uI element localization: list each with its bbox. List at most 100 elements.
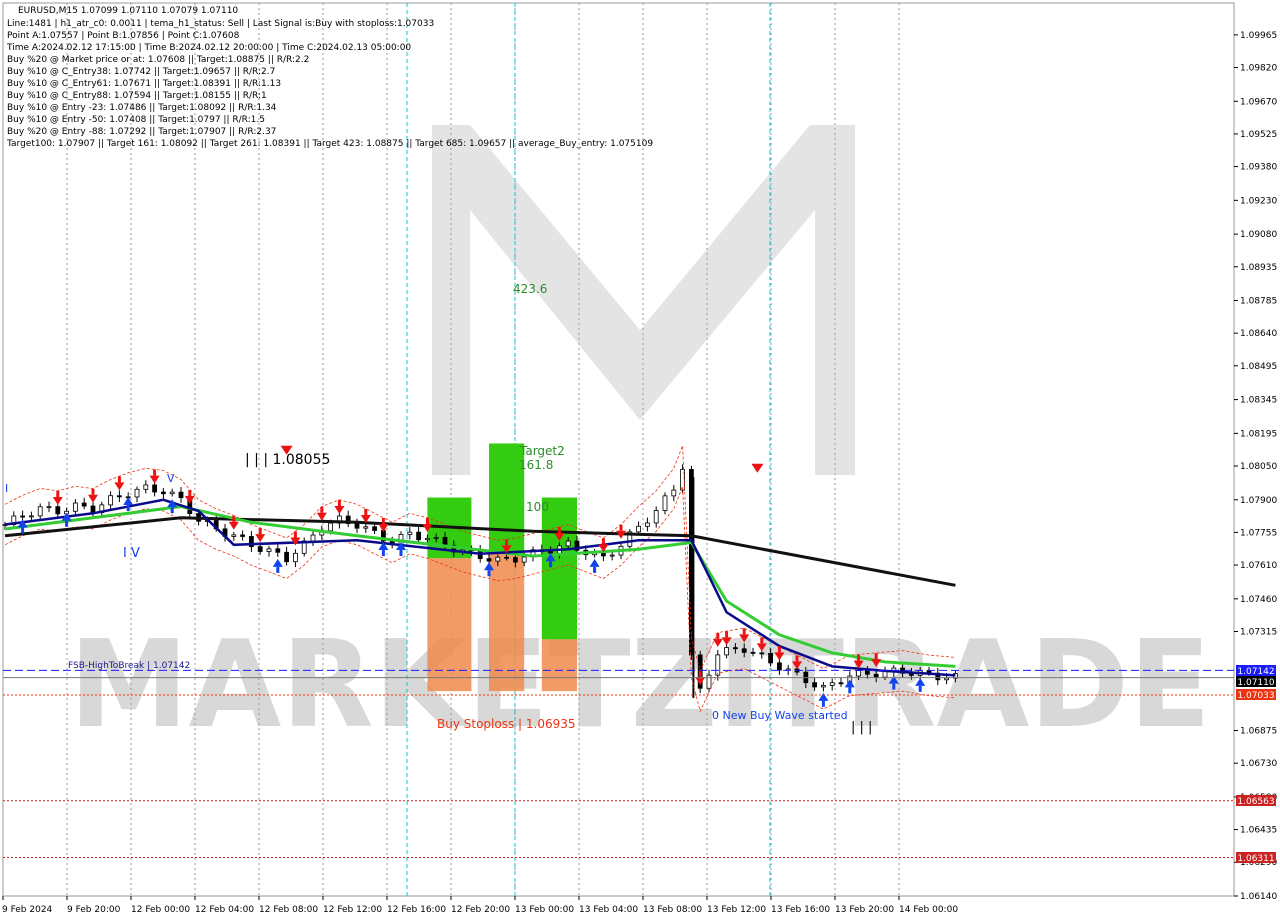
y-tick-label: 1.07460 [1240,595,1277,605]
x-tick-label: 13 Feb 00:00 [515,905,574,915]
new-wave-label: 0 New Buy Wave started [712,709,848,722]
candle-body [372,526,378,531]
x-tick-label: 12 Feb 08:00 [259,905,318,915]
candle-body [257,546,263,552]
candle-body [662,495,668,511]
info-line: Buy %20 @ Market price or at: 1.07608 ||… [7,55,309,65]
y-tick-label: 1.09670 [1240,97,1277,107]
candle-body [108,495,113,506]
sell-arrow-stem [742,628,746,635]
high-label: | | | 1.08055 [245,452,330,468]
candle-body [160,491,166,495]
candle-body [521,556,527,563]
chart-window: MARKETZITRADE EURUSD,M15 1.07099 1.07110… [0,0,1280,920]
candle-body [733,647,738,650]
candle-body [73,502,78,512]
chart-background [0,0,1280,920]
info-line: Buy %10 @ C_Entry88: 1.07594 || Target:1… [7,91,267,101]
symbol-line: EURUSD,M15 1.07099 1.07110 1.07079 1.071… [18,6,238,16]
candle-body [750,651,756,654]
candle-body [292,552,298,563]
candle-body [240,534,246,537]
candle-body [821,685,826,688]
candle-body [609,554,615,557]
y-tick-label: 1.08195 [1240,429,1277,439]
sell-arrow-stem [698,671,702,678]
x-tick-label: 12 Feb 20:00 [451,905,510,915]
buy-arrow-stem [21,527,25,534]
sell-arrow-stem [716,632,720,639]
candle-body [548,551,553,554]
candle-body [513,557,518,563]
sell-arrow-stem [619,524,623,531]
candle-body [169,491,175,495]
candle-body [424,537,430,541]
buy-arrow-stem [549,561,553,568]
y-tick-label: 1.06435 [1240,826,1277,836]
x-tick-label: 9 Feb 20:00 [67,905,121,915]
sell-arrow-stem [364,509,368,516]
buy-arrow-stem [821,700,825,707]
buy-arrow-stem [65,520,69,527]
y-tick-label: 1.08785 [1240,297,1277,307]
fsb-price-text: 1.07142 [1237,667,1274,677]
info-line: Line:1481 | h1_atr_c0: 0.0011 | tema_h1_… [7,19,434,29]
candle-body [636,525,641,533]
candle-body [645,522,650,527]
candle-body [724,647,729,656]
candle-body [671,489,677,497]
y-tick-label: 1.06140 [1240,892,1277,902]
level2-price-text: 1.06311 [1237,854,1274,864]
x-tick-label: 9 Feb 2024 [2,905,53,915]
wave-label-iv: I V [123,546,140,561]
buy-arrow-stem [381,550,385,557]
info-line: Buy %20 @ Entry -88: 1.07292 || Target:1… [7,127,276,137]
target-box-orange [489,553,525,692]
candle-body [768,652,773,664]
candle-body [495,556,501,562]
candle-body [275,548,281,553]
y-tick-label: 1.09080 [1240,230,1277,240]
y-tick-label: 1.06875 [1240,727,1277,737]
candle-body [134,488,140,498]
y-tick-label: 1.07900 [1240,496,1277,506]
candle-body [310,534,316,542]
candle-body [328,522,334,532]
sell-arrow-stem [117,476,121,483]
candle-body [865,670,870,675]
candle-body [856,670,861,677]
y-tick-label: 1.07610 [1240,561,1277,571]
buy-arrow-stem [918,685,922,692]
y-tick-label: 1.08935 [1240,263,1277,273]
candle-body [653,510,659,524]
target-box-green [541,497,577,640]
x-tick-label: 13 Feb 16:00 [771,905,830,915]
buy-arrow-stem [126,505,130,512]
target-161-label: 161.8 [519,458,553,472]
info-line: Point A:1.07557 | Point B:1.07856 | Poin… [7,31,240,41]
sell-arrow-stem [777,646,781,653]
sell-arrow-stem [725,631,729,638]
buy-arrow-stem [170,507,174,514]
x-tick-label: 12 Feb 12:00 [323,905,382,915]
candle-body [46,506,52,509]
wave-label-iii: | | | [851,720,872,735]
price-chart[interactable]: MARKETZITRADE EURUSD,M15 1.07099 1.07110… [0,0,1280,920]
candle-body [812,682,817,688]
y-tick-label: 1.08050 [1240,462,1277,472]
sell-arrow-stem [505,539,509,546]
candle-body [354,523,360,529]
current-price-text: 1.07110 [1237,678,1274,688]
candle-body [363,526,369,529]
x-tick-label: 12 Feb 16:00 [387,905,446,915]
sell-arrow-stem [381,518,385,525]
stop-price-text: 1.07033 [1237,691,1274,701]
candle-body [407,531,413,535]
candle-body [944,677,949,681]
candle-body [829,682,835,686]
y-tick-label: 1.09965 [1240,31,1277,41]
y-tick-label: 1.09230 [1240,196,1277,206]
info-line: Buy %10 @ C_Entry38: 1.07742 || Target:1… [7,67,275,77]
candle-body [759,652,765,655]
x-tick-label: 14 Feb 00:00 [899,905,958,915]
